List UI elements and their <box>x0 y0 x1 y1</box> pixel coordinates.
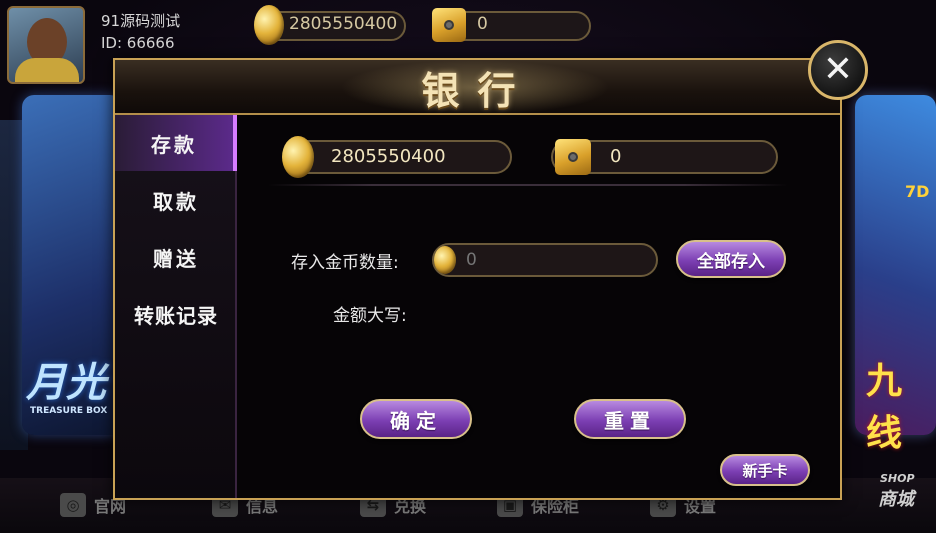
button-label: 重置 <box>604 408 656 433</box>
avatar[interactable] <box>7 6 85 84</box>
tab-label: 存款 <box>151 132 197 157</box>
tab-deposit[interactable]: 存款 <box>115 115 237 171</box>
button-label: 全部存入 <box>697 251 765 272</box>
globe-icon: ◎ <box>60 493 86 517</box>
safe-dial <box>444 20 454 30</box>
coin-balance-value: 2805550400 <box>331 146 446 167</box>
shop-label-cn: 商城 <box>878 489 914 510</box>
top-safe-value: 0 <box>477 14 488 34</box>
top-coin-value: 2805550400 <box>289 14 398 34</box>
safe-icon <box>555 139 591 175</box>
background-card-left-title: 月光 <box>26 360 106 406</box>
tab-withdraw[interactable]: 取款 <box>115 172 237 228</box>
tab-gift[interactable]: 赠送 <box>115 229 237 285</box>
tab-label: 转账记录 <box>134 303 218 328</box>
coin-icon <box>434 246 456 274</box>
amount-in-words-label: 金额大写: <box>333 306 407 326</box>
divider <box>268 184 788 186</box>
tab-label: 取款 <box>153 189 199 214</box>
dialog-title: 银行 <box>421 69 534 113</box>
newbie-card-button[interactable]: 新手卡 <box>720 454 810 486</box>
coin-icon <box>254 5 284 45</box>
button-label: 新手卡 <box>742 461 788 480</box>
user-name: 91源码测试 <box>101 12 181 30</box>
coin-icon <box>282 136 314 178</box>
safe-balance-value: 0 <box>610 146 622 167</box>
avatar-body <box>15 58 79 82</box>
background-card-right-title: 九线 <box>866 361 903 454</box>
button-label: 确定 <box>390 408 442 433</box>
user-id: ID: 66666 <box>101 34 175 52</box>
close-button[interactable]: ✕ <box>808 40 868 100</box>
deposit-amount-label: 存入金币数量: <box>291 253 399 273</box>
close-icon: ✕ <box>822 49 854 90</box>
tab-transfer-records[interactable]: 转账记录 <box>115 286 237 342</box>
background-card-left-sub: TREASURE BOX <box>30 406 108 416</box>
safe-dial <box>568 152 578 162</box>
reset-button[interactable]: 重置 <box>574 399 686 439</box>
confirm-button[interactable]: 确定 <box>360 399 472 439</box>
deposit-all-button[interactable]: 全部存入 <box>676 240 786 278</box>
background-card-right-badge: 7D <box>905 182 930 201</box>
deposit-amount-input[interactable] <box>432 243 658 277</box>
shop-label-en: SHOP <box>880 472 915 485</box>
tab-label: 赠送 <box>153 246 199 271</box>
safe-icon <box>432 8 466 42</box>
nav-shop[interactable]: SHOP 商城 <box>850 472 915 511</box>
